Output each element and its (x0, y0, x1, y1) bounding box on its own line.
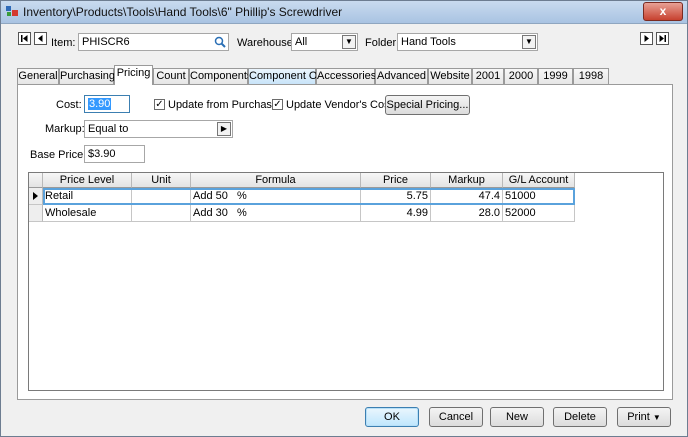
column-header-price[interactable]: Price (361, 173, 431, 188)
table-row-cell[interactable]: 47.4 (431, 188, 503, 205)
tab-website[interactable]: Website (428, 68, 472, 84)
close-button[interactable]: x (643, 2, 683, 21)
row-selector[interactable] (29, 188, 43, 205)
column-header-formula[interactable]: Formula (191, 173, 361, 188)
folder-label: Folder: (365, 37, 400, 49)
update-vendor-checkbox[interactable]: ✓ (272, 99, 283, 110)
inventory-window: Inventory\Products\Tools\Hand Tools\6" P… (0, 0, 688, 437)
formula-amount: Add 30 (193, 207, 228, 219)
tab-2001[interactable]: 2001 (472, 68, 504, 84)
update-purchases-label: Update from Purchases (168, 99, 284, 111)
tab-general[interactable]: General (17, 68, 59, 84)
markup-label: Markup: (45, 123, 85, 135)
grid-corner (29, 173, 43, 188)
search-icon[interactable] (213, 35, 227, 49)
first-record-icon[interactable] (18, 32, 31, 45)
cancel-button[interactable]: Cancel (429, 407, 483, 427)
column-header-markup[interactable]: Markup (431, 173, 503, 188)
table-row-cell[interactable]: Wholesale (43, 205, 132, 222)
chevron-down-icon: ▼ (652, 413, 661, 422)
item-label: Item: (51, 37, 76, 49)
folder-dropdown[interactable]: Hand Tools ▼ (397, 33, 538, 51)
base-price-field[interactable]: $3.90 (84, 145, 145, 163)
price-level-grid[interactable]: Price Level Unit Formula Price Markup G/… (28, 172, 664, 391)
folder-value: Hand Tools (401, 36, 456, 48)
item-field[interactable]: PHISCR6 (78, 33, 229, 51)
inventory-app-icon (6, 6, 18, 16)
tab-count[interactable]: Count (153, 68, 189, 84)
cost-field[interactable]: 3.90 (84, 95, 130, 113)
table-row-cell[interactable]: 4.99 (361, 205, 431, 222)
formula-amount: Add 50 (193, 190, 228, 202)
ok-button[interactable]: OK (365, 407, 419, 427)
item-value: PHISCR6 (82, 36, 130, 48)
next-record-icon[interactable] (640, 32, 653, 45)
print-button[interactable]: Print ▼ (617, 407, 671, 427)
base-price-value: $3.90 (88, 148, 116, 160)
column-header-unit[interactable]: Unit (132, 173, 191, 188)
formula-unit: % (237, 190, 247, 202)
table-row-cell[interactable]: 51000 (503, 188, 575, 205)
markup-value: Equal to (88, 123, 129, 135)
table-row-cell[interactable]: 28.0 (431, 205, 503, 222)
delete-button[interactable]: Delete (553, 407, 607, 427)
table-row-cell[interactable]: Retail (43, 188, 132, 205)
warehouse-value: All (295, 36, 308, 48)
chevron-down-icon[interactable]: ▼ (342, 35, 356, 49)
tab-component-of[interactable]: Component Of (248, 68, 321, 84)
new-button[interactable]: New (490, 407, 544, 427)
formula-unit: % (237, 207, 247, 219)
title-bar: Inventory\Products\Tools\Hand Tools\6" P… (1, 1, 687, 24)
table-row-cell[interactable]: Add 30 % (191, 205, 361, 222)
cost-label: Cost: (56, 99, 82, 111)
row-selector[interactable] (29, 205, 43, 222)
item-header: Item: PHISCR6 Warehouse: All ▼ Folder: H… (1, 23, 687, 63)
update-purchases-checkbox[interactable]: ✓ (154, 99, 165, 110)
markup-dropdown[interactable]: Equal to ▶ (84, 120, 233, 138)
table-row-cell[interactable]: 52000 (503, 205, 575, 222)
window-title: Inventory\Products\Tools\Hand Tools\6" P… (23, 5, 343, 19)
warehouse-label: Warehouse: (237, 37, 296, 49)
last-record-icon[interactable] (656, 32, 669, 45)
tab-2000[interactable]: 2000 (504, 68, 538, 84)
tab-pricing[interactable]: Pricing (114, 65, 153, 85)
table-row-cell[interactable] (132, 205, 191, 222)
tab-components[interactable]: Components (189, 68, 252, 84)
current-row-icon (33, 192, 38, 200)
warehouse-dropdown[interactable]: All ▼ (291, 33, 358, 51)
tab-1998[interactable]: 1998 (573, 68, 609, 84)
table-row-cell[interactable] (132, 188, 191, 205)
chevron-down-icon[interactable]: ▼ (522, 35, 536, 49)
previous-record-icon[interactable] (34, 32, 47, 45)
tab-advanced[interactable]: Advanced (375, 68, 428, 84)
special-pricing-button[interactable]: Special Pricing... (385, 95, 470, 115)
tab-purchasing[interactable]: Purchasing (59, 68, 115, 84)
tab-accessories[interactable]: Accessories (316, 68, 376, 84)
pricing-panel: Cost: 3.90 ✓ Update from Purchases ✓ Upd… (17, 84, 673, 400)
table-row-cell[interactable]: Add 50 % (191, 188, 361, 205)
cost-value: 3.90 (88, 98, 112, 110)
column-header-price-level[interactable]: Price Level (43, 173, 132, 188)
tab-1999[interactable]: 1999 (538, 68, 573, 84)
table-row-cell[interactable]: 5.75 (361, 188, 431, 205)
column-header-gl-account[interactable]: G/L Account (503, 173, 575, 188)
base-price-label: Base Price: (30, 149, 87, 161)
chevron-right-icon[interactable]: ▶ (217, 122, 231, 136)
print-label: Print (627, 411, 650, 423)
update-vendor-label: Update Vendor's Cost (286, 99, 393, 111)
